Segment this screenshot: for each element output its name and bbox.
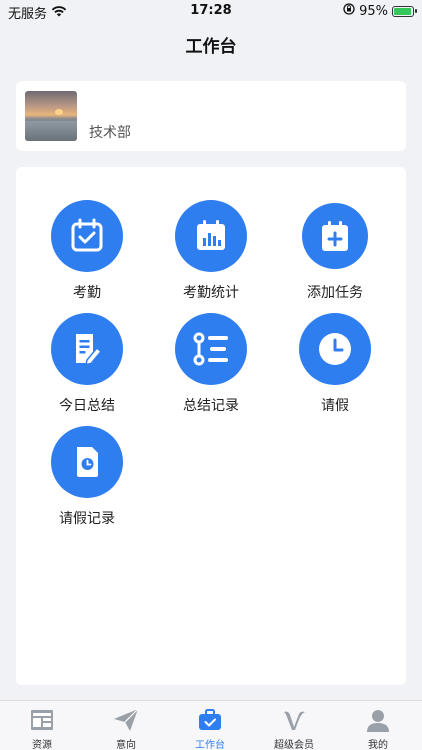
profile-card[interactable]: 技术部 <box>16 81 406 151</box>
vip-icon <box>252 707 336 733</box>
tab-mine[interactable]: 我的 <box>336 707 420 750</box>
status-bar: 无服务 17:28 95% <box>0 0 422 22</box>
calendar-check-icon <box>51 200 123 272</box>
grid-item-add-task[interactable]: 添加任务 <box>275 200 395 302</box>
avatar <box>25 91 77 141</box>
status-right: 95% <box>343 3 417 19</box>
grid-item-label: 添加任务 <box>307 285 363 301</box>
grid-item-daily-summary[interactable]: 今日总结 <box>27 313 147 415</box>
rotation-lock-icon <box>343 3 355 19</box>
grid-item-leave-records[interactable]: 请假记录 <box>27 426 147 528</box>
tab-resources[interactable]: 资源 <box>0 707 84 750</box>
calendar-add-icon <box>302 203 368 269</box>
grid-item-summary-records[interactable]: 总结记录 <box>151 313 271 415</box>
page-title: 工作台 <box>185 37 237 57</box>
tab-intention[interactable]: 意向 <box>84 707 168 750</box>
paper-plane-icon <box>84 707 168 733</box>
tab-super-vip[interactable]: 超级会员 <box>252 707 336 750</box>
grid-item-label: 请假记录 <box>59 511 115 527</box>
grid-item-label: 考勤统计 <box>183 285 239 301</box>
tab-label: 我的 <box>368 740 388 750</box>
battery-percent: 95% <box>359 3 388 19</box>
nav-bar: 工作台 <box>0 22 422 66</box>
tab-label: 超级会员 <box>274 740 314 750</box>
grid-item-label: 总结记录 <box>183 398 239 414</box>
function-grid: 考勤 考勤统计 添加任务 今日总结 总结记录 请假 请假记录 <box>16 167 406 685</box>
tab-workbench[interactable]: 工作台 <box>168 707 252 750</box>
grid-item-leave[interactable]: 请假 <box>275 313 395 415</box>
grid-item-attendance[interactable]: 考勤 <box>27 200 147 302</box>
document-edit-icon <box>51 313 123 385</box>
department-label: 技术部 <box>89 125 131 141</box>
list-record-icon <box>175 313 247 385</box>
tab-label: 意向 <box>116 740 136 750</box>
briefcase-icon <box>168 707 252 733</box>
grid-item-label: 考勤 <box>73 285 101 301</box>
user-icon <box>336 707 420 733</box>
grid-item-label: 今日总结 <box>59 398 115 414</box>
grid-item-label: 请假 <box>321 398 349 414</box>
tab-label: 工作台 <box>195 740 225 750</box>
battery-icon <box>392 5 417 17</box>
tab-label: 资源 <box>32 740 52 750</box>
clock-icon <box>299 313 371 385</box>
grid-item-attendance-stats[interactable]: 考勤统计 <box>151 200 271 302</box>
calendar-chart-icon <box>175 200 247 272</box>
file-clock-icon <box>51 426 123 498</box>
resource-icon <box>0 707 84 733</box>
tab-bar: 资源 意向 工作台 超级会员 我的 <box>0 700 422 750</box>
